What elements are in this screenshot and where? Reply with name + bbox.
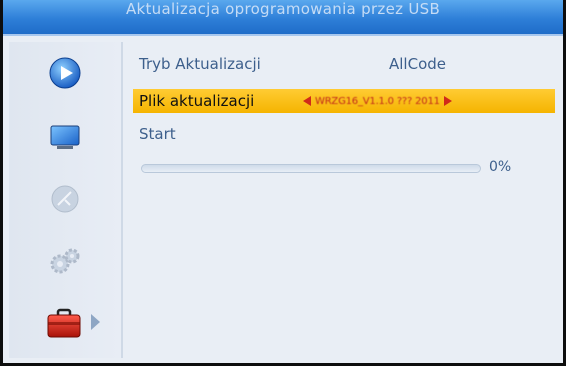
update-file-row[interactable]: Plik aktualizacji WRZG16_V1.1.0 ??? 2011 <box>133 89 555 113</box>
sidebar-item-tools[interactable] <box>9 294 121 352</box>
update-file-selector[interactable]: WRZG16_V1.1.0 ??? 2011 <box>303 96 452 107</box>
play-icon <box>48 56 82 90</box>
update-mode-row[interactable]: Tryb Aktualizacji AllCode <box>133 52 555 76</box>
progress-percent: 0% <box>489 159 512 175</box>
update-file-label: Plik aktualizacji <box>139 92 255 110</box>
gears-icon <box>48 244 82 278</box>
tv-screen-icon <box>48 120 82 154</box>
sidebar-item-picture[interactable] <box>9 108 121 166</box>
update-mode-label: Tryb Aktualizacji <box>139 55 261 73</box>
arrow-right-icon[interactable] <box>443 96 452 106</box>
chevron-right-icon <box>91 314 100 330</box>
arrow-left-icon[interactable] <box>303 96 311 106</box>
page-title: Aktualizacja oprogramowania przez USB <box>125 0 441 18</box>
screen: Aktualizacja oprogramowania przez USB Tr… <box>0 0 566 366</box>
sidebar-item-settings[interactable] <box>9 232 121 290</box>
divider <box>121 42 123 358</box>
sidebar <box>9 42 121 358</box>
sidebar-item-media[interactable] <box>9 44 121 102</box>
sidebar-item-search[interactable] <box>9 170 121 228</box>
satellite-dish-icon <box>48 182 82 216</box>
update-mode-value: AllCode <box>389 55 446 73</box>
update-file-value: WRZG16_V1.1.0 ??? 2011 <box>315 95 440 107</box>
progress-bar <box>141 164 481 173</box>
update-panel: Tryb Aktualizacji AllCode Plik aktualiza… <box>125 42 563 358</box>
start-button[interactable]: Start <box>139 125 176 143</box>
start-row[interactable]: Start <box>133 122 555 146</box>
title-bar: Aktualizacja oprogramowania przez USB <box>3 0 563 36</box>
toolbox-icon <box>45 306 85 340</box>
